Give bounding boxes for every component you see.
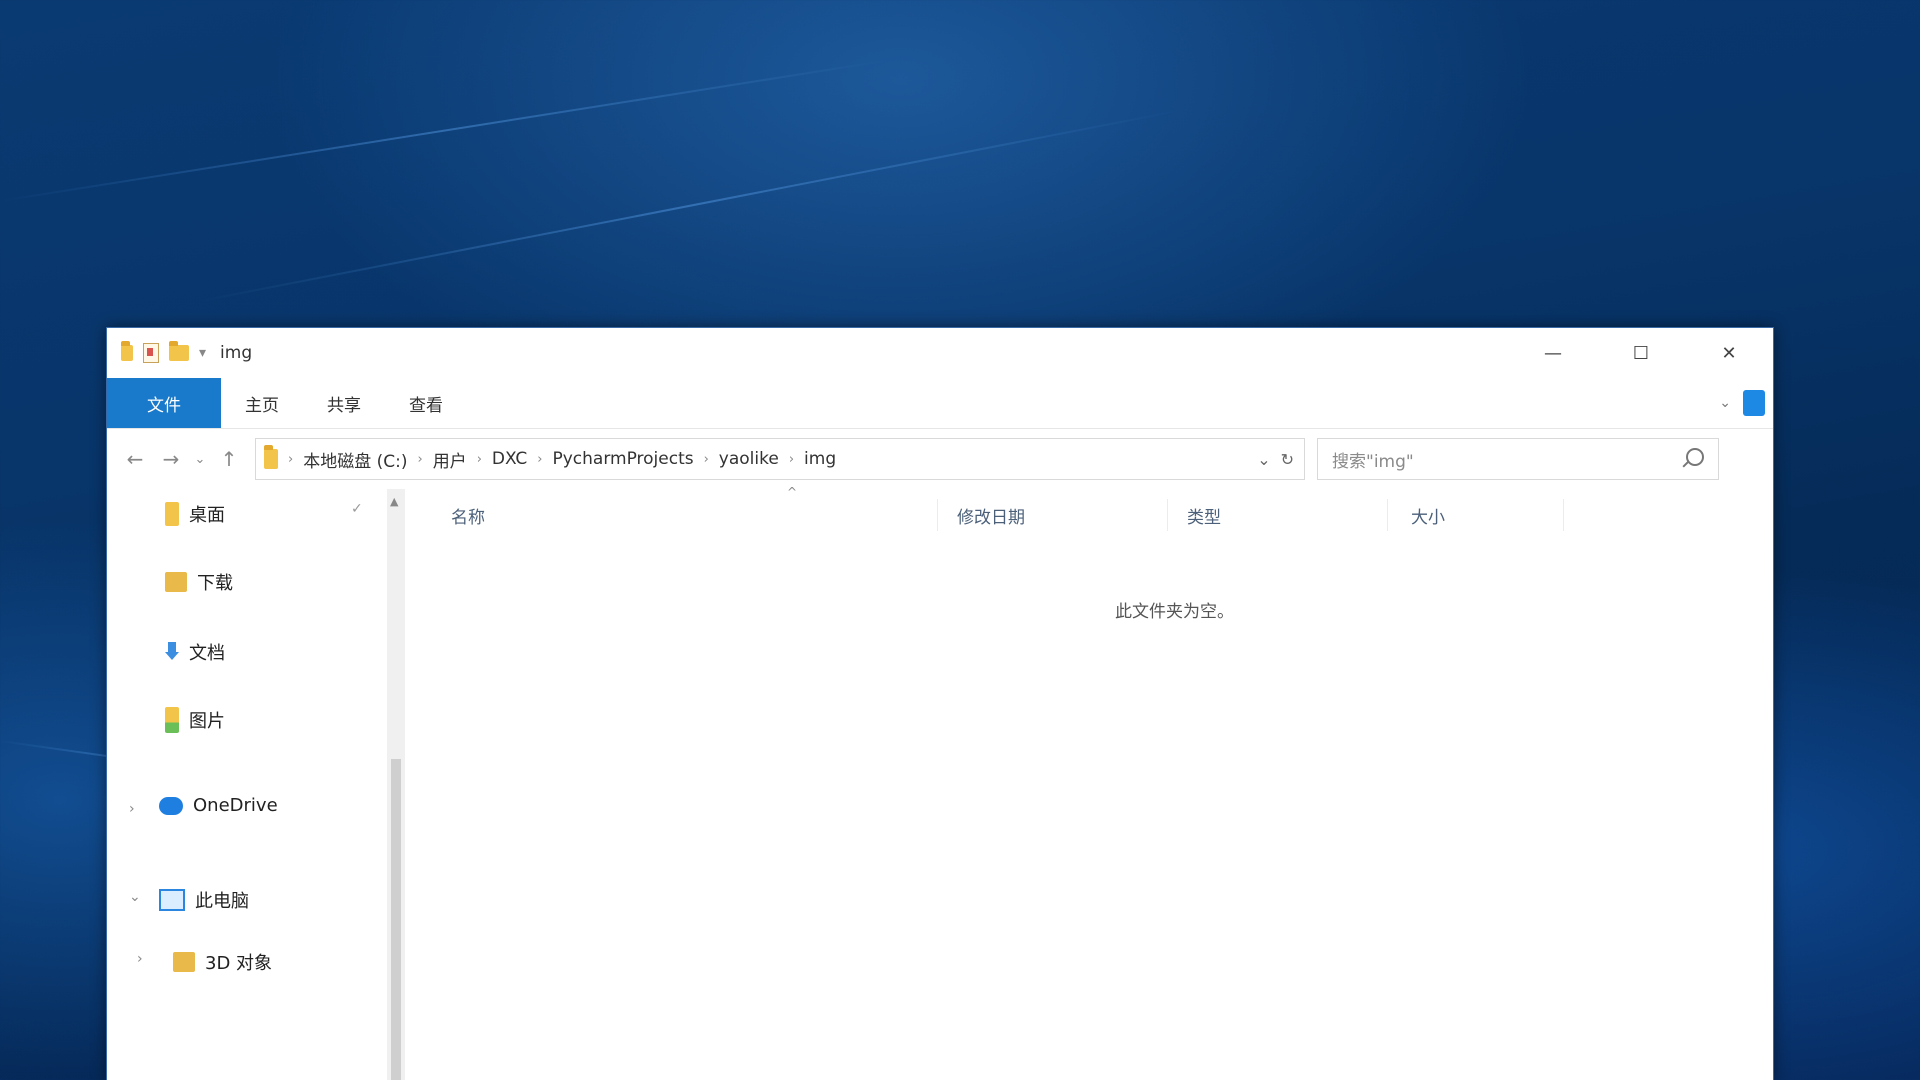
scroll-up-icon[interactable]: ▲ [390,495,398,508]
column-divider[interactable] [1563,499,1564,531]
address-bar[interactable]: › 本地磁盘 (C:) › 用户 › DXC › PycharmProjects… [255,438,1305,480]
folder-icon [165,572,187,592]
quick-access-toolbar: ▾ [121,341,206,363]
column-header-name[interactable]: 名称 [451,503,485,528]
customize-toolbar-icon[interactable]: ▾ [199,345,206,361]
cloud-icon [159,796,183,815]
column-headers: ^ 名称 修改日期 类型 大小 [407,485,1773,539]
folder-icon [264,445,278,469]
empty-folder-message: 此文件夹为空。 [1115,602,1234,622]
breadcrumb-item[interactable]: 用户 [433,447,467,472]
chevron-right-icon[interactable]: › [477,452,482,467]
column-divider[interactable] [937,499,938,531]
ribbon-right-controls: ⌄ [1719,390,1765,416]
column-header-modified[interactable]: 修改日期 [957,503,1025,528]
sidebar-item-this-pc[interactable]: 此电脑 [159,887,249,913]
sidebar-item-desktop[interactable]: 桌面 [165,501,225,527]
sidebar-item-pictures[interactable]: 图片 [165,707,225,733]
breadcrumb-item[interactable]: DXC [492,449,527,469]
chevron-down-icon[interactable]: ⌄ [129,889,141,905]
chevron-right-icon[interactable]: › [288,452,293,467]
title-bar[interactable]: ▾ img — ☐ ✕ [107,328,1773,378]
chevron-right-icon[interactable]: › [129,801,135,817]
recent-locations-button[interactable]: ⌄ [189,441,211,477]
sort-up-icon: ^ [787,485,798,499]
ribbon-tabs: 文件 主页 共享 查看 ⌄ [107,378,1773,429]
refresh-icon[interactable]: ↻ [1281,450,1294,469]
file-explorer-window: ▾ img — ☐ ✕ 文件 主页 共享 查看 ⌄ ← → ⌄ ↑ › 本地磁盘… [106,327,1774,1080]
search-input[interactable]: 搜索"img" [1317,438,1719,480]
file-list-pane[interactable]: ^ 名称 修改日期 类型 大小 此文件夹为空。 [407,485,1773,1080]
search-placeholder: 搜索"img" [1332,451,1414,472]
column-header-type[interactable]: 类型 [1187,503,1221,528]
navigation-bar: ← → ⌄ ↑ › 本地磁盘 (C:) › 用户 › DXC › Pycharm… [107,429,1773,489]
maximize-button[interactable]: ☐ [1597,328,1685,378]
minimize-button[interactable]: — [1509,328,1597,378]
address-bar-actions: ⌄ ↻ [1257,439,1294,479]
chevron-right-icon[interactable]: › [417,452,422,467]
window-controls: — ☐ ✕ [1509,328,1773,378]
column-divider[interactable] [1387,499,1388,531]
sidebar-scrollbar[interactable]: ▲ [387,489,405,1080]
computer-icon [159,889,185,911]
sidebar-item-label: 3D 对象 [205,953,273,974]
pictures-icon [165,707,179,733]
folder-icon [173,952,195,972]
column-header-size[interactable]: 大小 [1411,503,1445,528]
wallpaper-ray [0,59,890,202]
chevron-right-icon[interactable]: › [137,951,143,967]
wallpaper-ray [199,109,1182,302]
chevron-right-icon[interactable]: › [789,452,794,467]
chevron-right-icon[interactable]: › [537,452,542,467]
tab-share[interactable]: 共享 [303,378,385,428]
breadcrumb-item[interactable]: yaolike [719,449,779,469]
chevron-right-icon[interactable]: › [704,452,709,467]
download-icon [165,642,179,662]
forward-button[interactable]: → [153,441,189,477]
sidebar-item-label: 图片 [189,711,225,732]
sidebar-item-documents[interactable]: 文档 [165,639,225,665]
sidebar-item-label: 桌面 [189,505,225,526]
pin-icon[interactable]: ✓ [351,501,363,517]
tab-file[interactable]: 文件 [107,378,221,428]
sidebar-item-label: 文档 [189,643,225,664]
breadcrumb: › 本地磁盘 (C:) › 用户 › DXC › PycharmProjects… [264,445,836,472]
tab-home[interactable]: 主页 [221,378,303,428]
address-history-dropdown[interactable]: ⌄ [1257,450,1270,469]
sidebar-item-onedrive[interactable]: OneDrive [159,795,278,816]
window-title: img [220,343,253,363]
search-icon [1686,448,1704,466]
sidebar-item-downloads[interactable]: 下载 [165,569,233,595]
help-icon[interactable] [1743,390,1765,416]
folder-icon [121,341,133,361]
up-button[interactable]: ↑ [211,441,247,477]
tab-view[interactable]: 查看 [385,378,467,428]
breadcrumb-item[interactable]: img [804,449,836,469]
scrollbar-thumb[interactable] [391,759,401,1080]
breadcrumb-item[interactable]: PycharmProjects [552,449,693,469]
sidebar-item-label: 此电脑 [195,891,249,912]
column-divider[interactable] [1167,499,1168,531]
pin-folder-icon [165,502,179,526]
sidebar-item-label: 下载 [197,573,233,594]
sidebar-item-3d-objects[interactable]: 3D 对象 [173,949,272,975]
expand-ribbon-icon[interactable]: ⌄ [1719,395,1731,411]
sidebar-item-label: OneDrive [193,795,278,816]
breadcrumb-item[interactable]: 本地磁盘 (C:) [303,447,407,472]
navigation-pane: ✓ 桌面 下载 文档 图片 › OneDrive ⌄ 此电脑 › 3D 对象 ▲ [107,489,407,1080]
back-button[interactable]: ← [117,441,153,477]
new-folder-icon[interactable] [169,341,189,361]
properties-icon[interactable] [143,343,159,363]
close-button[interactable]: ✕ [1685,328,1773,378]
